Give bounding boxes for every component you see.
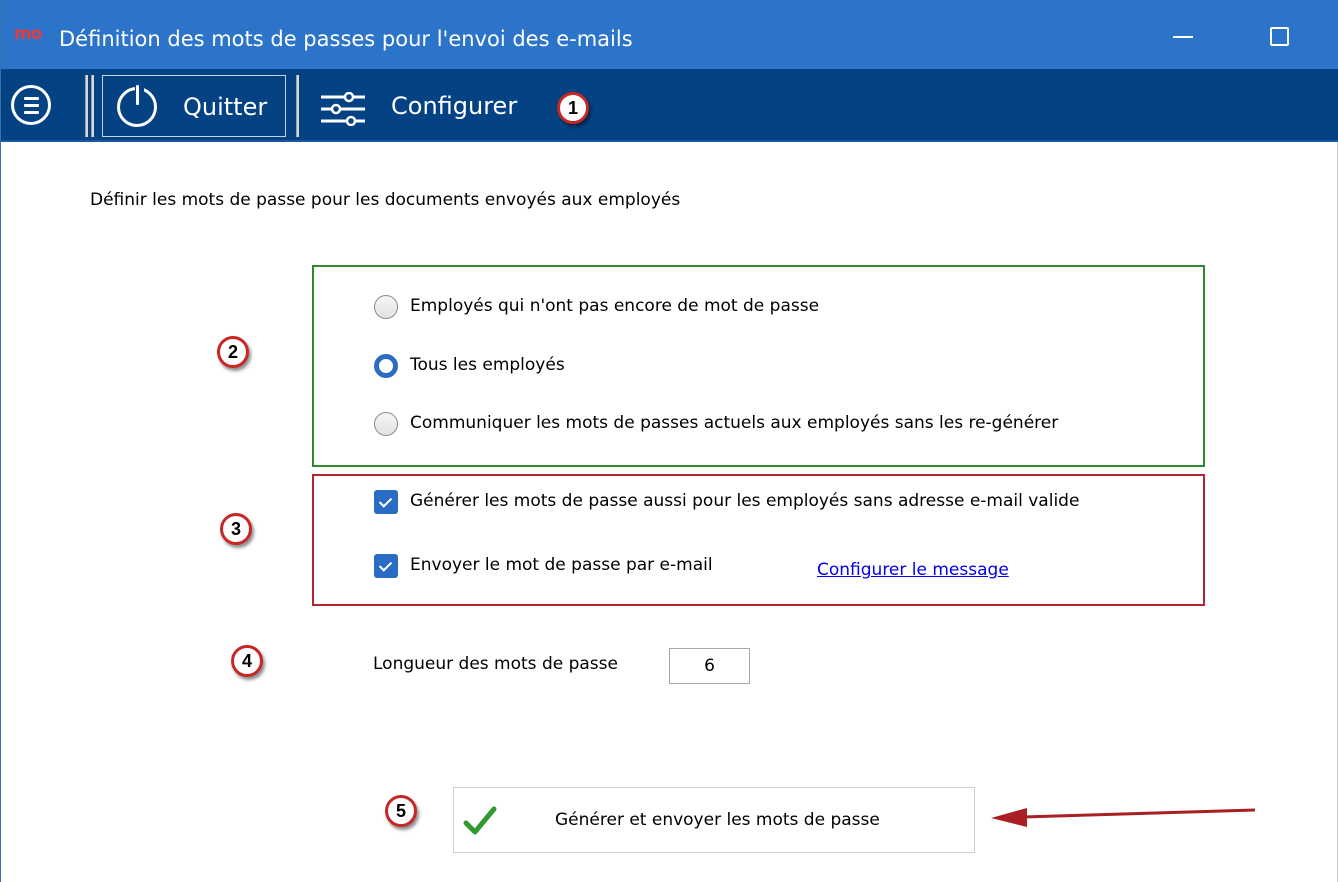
app-window: mo Définition des mots de passes pour l'…	[0, 0, 1338, 882]
quit-button-label: Quitter	[183, 93, 268, 121]
toolbar-separator	[85, 75, 88, 137]
app-logo: mo	[14, 24, 42, 44]
maximize-icon[interactable]	[1270, 27, 1289, 46]
title-bar: mo Définition des mots de passes pour l'…	[1, 0, 1338, 69]
generate-send-button[interactable]: Générer et envoyer les mots de passe	[453, 787, 975, 853]
generate-send-button-label: Générer et envoyer les mots de passe	[555, 810, 880, 830]
password-length-input[interactable]	[669, 648, 750, 684]
toolbar-separator	[91, 75, 94, 137]
radio-label: Employés qui n'ont pas encore de mot de …	[410, 296, 820, 316]
radio-label: Tous les employés	[410, 355, 565, 375]
radio-all-employees[interactable]	[374, 354, 398, 378]
toolbar-separator	[296, 75, 299, 137]
minimize-icon[interactable]	[1173, 36, 1193, 38]
configure-message-link[interactable]: Configurer le message	[817, 560, 1009, 580]
power-icon	[117, 83, 157, 127]
quit-button[interactable]: Quitter	[102, 75, 286, 137]
configure-button[interactable]: Configurer	[311, 75, 531, 137]
checkbox-generate-without-email[interactable]	[374, 490, 398, 514]
checkbox-label: Générer les mots de passe aussi pour les…	[410, 491, 1080, 511]
step-badge-1: 1	[557, 92, 589, 124]
arrow-icon	[991, 808, 1256, 827]
step-badge-4: 4	[231, 645, 263, 677]
window-title: Définition des mots de passes pour l'env…	[59, 27, 633, 51]
sliders-icon	[321, 92, 365, 126]
toolbar: Quitter Configurer	[1, 69, 1338, 142]
step-badge-3: 3	[220, 513, 252, 545]
hamburger-menu-icon[interactable]	[11, 85, 51, 125]
step-badge-2: 2	[217, 336, 249, 368]
radio-communicate-current-passwords[interactable]	[374, 412, 398, 436]
intro-text: Définir les mots de passe pour les docum…	[90, 190, 681, 210]
checkmark-icon	[463, 806, 497, 835]
checkbox-send-by-email[interactable]	[374, 554, 398, 578]
radio-employees-without-password[interactable]	[374, 295, 398, 319]
password-length-label: Longueur des mots de passe	[373, 654, 618, 674]
configure-button-label: Configurer	[391, 92, 518, 120]
radio-label: Communiquer les mots de passes actuels a…	[410, 413, 1059, 433]
checkbox-label: Envoyer le mot de passe par e-mail	[410, 555, 713, 575]
step-badge-5: 5	[385, 795, 417, 827]
